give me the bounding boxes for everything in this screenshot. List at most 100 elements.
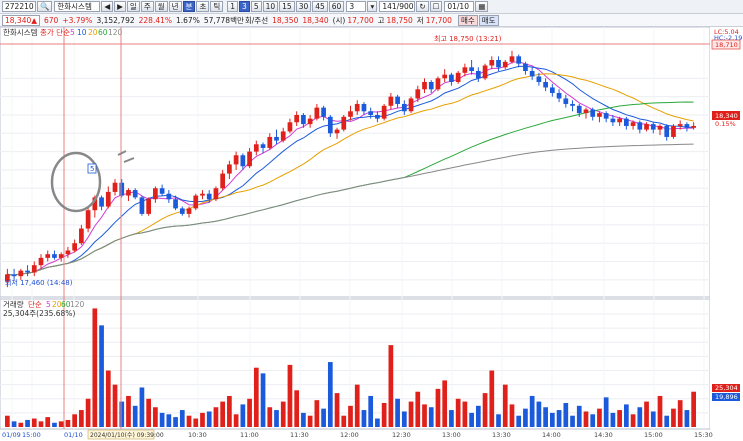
next-arrow-icon[interactable]: ▶ — [114, 1, 126, 12]
period-year-button[interactable]: 년 — [168, 1, 182, 12]
volume-bar — [395, 398, 400, 427]
x-tick-label: 14:30 — [594, 431, 613, 439]
volume-bar — [213, 407, 219, 427]
candle-body — [200, 193, 205, 196]
current-price-tag-pct: 0.15% — [715, 120, 736, 128]
minute-15-button[interactable]: 15 — [279, 1, 295, 12]
volume-bar — [38, 421, 44, 427]
candle-body — [415, 89, 421, 99]
candle-body — [327, 116, 333, 134]
unit-dropdown-icon[interactable]: ▾ — [367, 1, 378, 12]
minute-30-button[interactable]: 30 — [295, 1, 312, 12]
candle-body — [52, 254, 57, 258]
chart-area[interactable]: 18,60018,50018,40018,30018,20018,10018,0… — [0, 26, 743, 441]
volume-bar — [375, 418, 380, 427]
volume-bar — [556, 410, 562, 427]
volume-bar — [99, 325, 104, 427]
calendar-icon[interactable]: ▦ — [475, 1, 489, 12]
volume-bar — [267, 407, 273, 427]
legend-ma5: 5 — [70, 28, 75, 37]
candle-body — [193, 195, 199, 209]
candle-body — [253, 144, 259, 152]
volume-bar — [671, 408, 676, 427]
minute-1-button[interactable]: 1 — [227, 1, 239, 12]
refresh-icon[interactable]: ↻ — [416, 1, 429, 12]
candle-body — [166, 193, 172, 200]
candlestick-chart[interactable]: 18,60018,50018,40018,30018,20018,10018,0… — [0, 26, 743, 441]
volume-bar — [240, 404, 246, 427]
minute-60-button[interactable]: 60 — [328, 1, 345, 12]
candle-body — [671, 125, 676, 137]
stock-search-icon[interactable]: 🔍 — [37, 1, 53, 12]
period-tick-button[interactable]: 틱 — [210, 1, 224, 12]
stock-name-field[interactable]: 한화시스템 — [54, 1, 101, 12]
period-second-button[interactable]: 초 — [196, 1, 210, 12]
candle-body — [173, 199, 178, 209]
candle-body — [630, 122, 636, 126]
x-tick-label: 12:30 — [392, 431, 411, 439]
volume-bar — [159, 412, 165, 427]
minute-3-button[interactable]: 3 — [239, 1, 250, 12]
x-cursor-label: 2024/01/10(수) 09:39:00 — [90, 432, 164, 439]
candle-body — [657, 125, 663, 130]
volume-bar — [25, 419, 30, 427]
volume-bar — [664, 415, 670, 427]
volume-bar — [52, 422, 57, 427]
high-value: 18,750 — [386, 15, 413, 25]
period-month-button[interactable]: 월 — [154, 1, 168, 12]
volume-bar — [449, 410, 454, 427]
volume-bar — [146, 398, 152, 427]
candle-body — [213, 188, 219, 200]
candle-body — [576, 105, 582, 114]
minute-5-button[interactable]: 5 — [250, 1, 262, 12]
volume-bar — [132, 405, 138, 427]
volume-bar — [489, 370, 495, 427]
period-week-button[interactable]: 주 — [140, 1, 154, 12]
candle-body — [617, 118, 622, 123]
candle-body — [287, 122, 293, 132]
candle-body — [227, 164, 232, 174]
volume-bar — [455, 398, 461, 427]
volume-bar — [206, 411, 212, 427]
x-tick-label: 11:00 — [240, 431, 259, 439]
buy-button[interactable]: 매수 — [457, 14, 478, 26]
date-input[interactable]: 01/10 — [444, 1, 475, 12]
candle-body — [523, 63, 528, 71]
volume-bar — [590, 414, 596, 427]
volume-bar — [126, 395, 131, 427]
candle-body — [220, 173, 226, 189]
candle-body — [368, 111, 374, 115]
prev-arrow-icon[interactable]: ◀ — [101, 1, 114, 12]
period-minute-button[interactable]: 분 — [182, 1, 196, 12]
date-checkbox[interactable]: ☐ — [429, 1, 443, 12]
volume-bar — [287, 364, 293, 427]
volume-bar — [603, 397, 609, 427]
candle-body — [321, 107, 326, 117]
period-day-button[interactable]: 일 — [126, 1, 140, 12]
candle-body — [58, 254, 64, 258]
price-change-pct: +3.79% — [62, 15, 93, 25]
candle-body — [381, 105, 387, 119]
current-price-tag-label: 18,340 — [715, 112, 738, 120]
candle-body — [314, 107, 320, 119]
volume-bar — [610, 412, 616, 427]
candle-body — [677, 124, 683, 126]
sell-button[interactable]: 매도 — [478, 14, 499, 26]
minute-45-button[interactable]: 45 — [312, 1, 328, 12]
volume-bar — [401, 411, 407, 427]
volume-bar — [475, 405, 481, 427]
count-input[interactable]: 141/900 — [379, 1, 416, 12]
candle-body — [664, 125, 670, 137]
candle-body — [341, 116, 347, 130]
minute-10-button[interactable]: 10 — [262, 1, 279, 12]
candle-body — [590, 109, 596, 117]
candle-body — [11, 274, 17, 277]
low-label: 저 — [416, 15, 424, 25]
volume-bar — [253, 367, 259, 427]
volume-bar — [348, 405, 353, 427]
unit-input[interactable]: 3 — [346, 1, 367, 12]
stock-code-input[interactable]: 272210 — [2, 1, 36, 12]
x-tick-label: 10:30 — [188, 431, 207, 439]
volume-bar — [5, 415, 10, 427]
candle-body — [240, 155, 246, 167]
